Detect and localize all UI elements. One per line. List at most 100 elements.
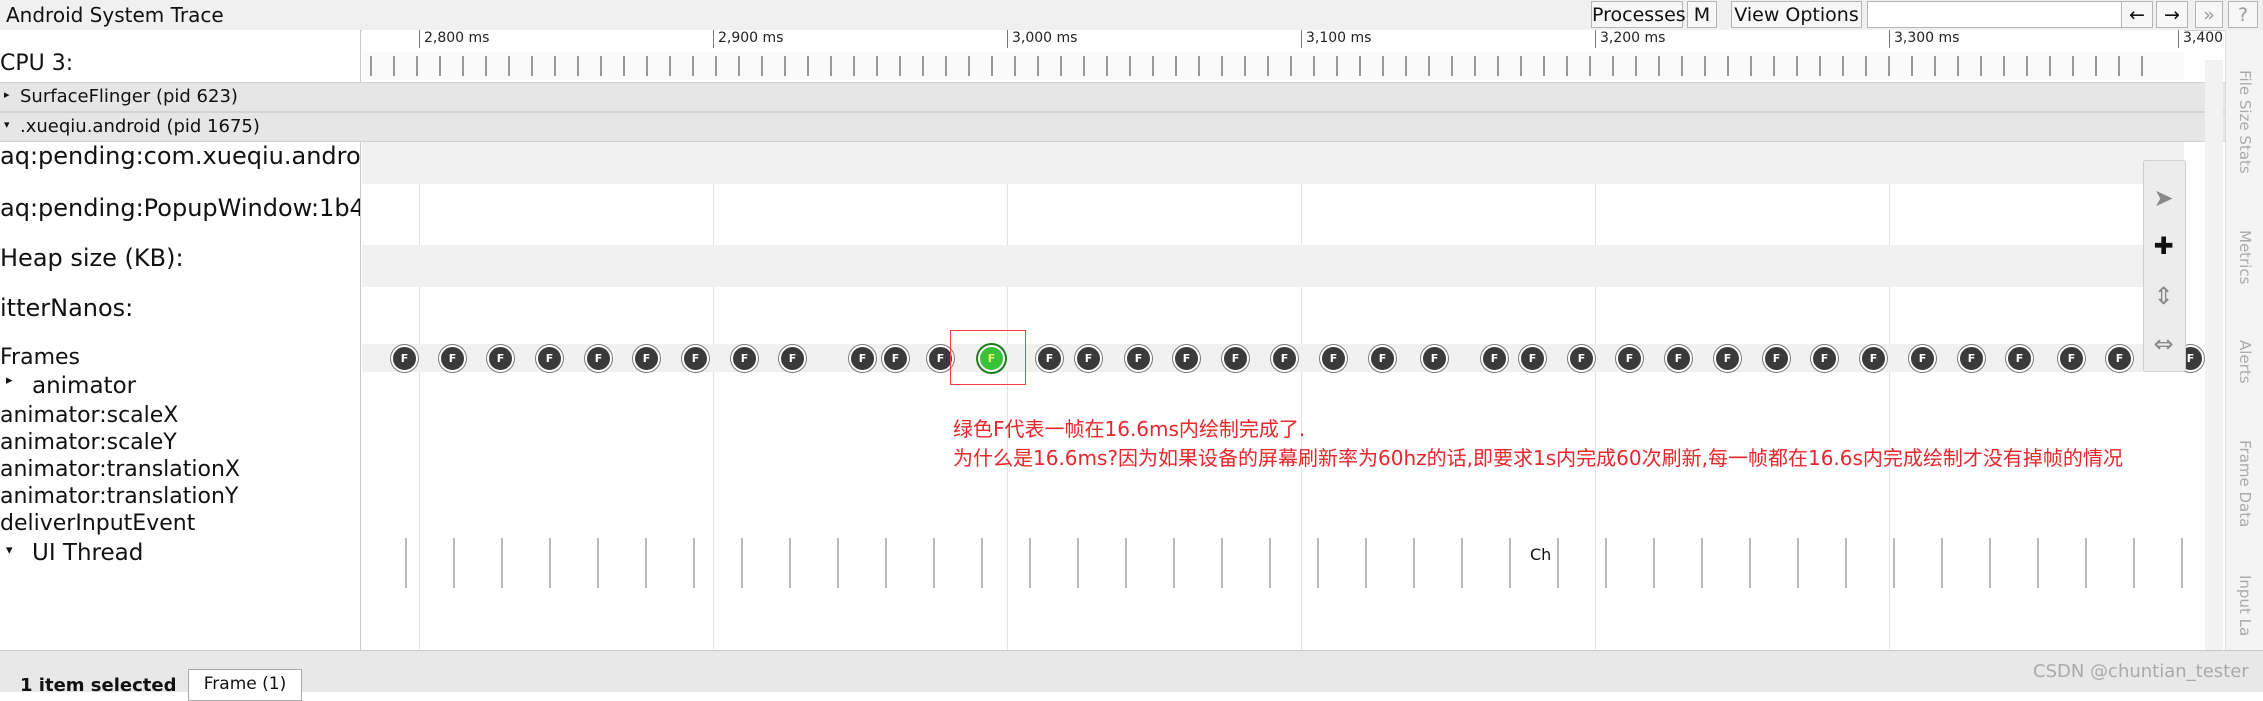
cpu-slice[interactable] bbox=[1658, 56, 1660, 76]
m-button[interactable]: M bbox=[1687, 1, 1717, 28]
cpu-slice[interactable] bbox=[876, 56, 878, 76]
frame-marker[interactable]: F bbox=[1714, 345, 1741, 372]
ui-thread-slice[interactable] bbox=[1941, 538, 1943, 588]
cpu-slice[interactable] bbox=[1428, 56, 1430, 76]
cpu-slice[interactable] bbox=[600, 56, 602, 76]
ui-thread-slice[interactable] bbox=[453, 538, 455, 588]
cpu-slice[interactable] bbox=[669, 56, 671, 76]
aq-pending-app-track[interactable] bbox=[362, 142, 2184, 184]
tab-input-latency[interactable]: Input La bbox=[2236, 575, 2254, 636]
cpu-slice[interactable] bbox=[1773, 56, 1775, 76]
ui-thread-slice[interactable] bbox=[1893, 538, 1895, 588]
frame-marker[interactable]: F bbox=[1369, 345, 1396, 372]
cpu-slice[interactable] bbox=[1359, 56, 1361, 76]
ui-thread-slice[interactable] bbox=[1221, 538, 1223, 588]
frame-marker[interactable]: F bbox=[1763, 345, 1790, 372]
search-field[interactable] bbox=[1867, 1, 2131, 28]
frame-marker[interactable]: F bbox=[391, 345, 418, 372]
cpu-slice[interactable] bbox=[439, 56, 441, 76]
cpu-slice[interactable] bbox=[1451, 56, 1453, 76]
frame-marker[interactable]: F bbox=[536, 345, 563, 372]
cpu-slice[interactable] bbox=[1635, 56, 1637, 76]
ui-thread-slice[interactable] bbox=[2037, 538, 2039, 588]
frame-marker[interactable]: F bbox=[1909, 345, 1936, 372]
cpu-slice[interactable] bbox=[1796, 56, 1798, 76]
ui-thread-slice[interactable] bbox=[1797, 538, 1799, 588]
view-options-button[interactable]: View Options bbox=[1731, 1, 1862, 28]
cpu-slice[interactable] bbox=[968, 56, 970, 76]
frame-marker[interactable]: F bbox=[731, 345, 758, 372]
frame-marker[interactable]: F bbox=[1481, 345, 1508, 372]
frame-marker[interactable]: F bbox=[1125, 345, 1152, 372]
frame-marker[interactable]: F bbox=[1320, 345, 1347, 372]
cpu-track[interactable] bbox=[362, 52, 2184, 80]
frame-marker[interactable]: F bbox=[1075, 345, 1102, 372]
ui-thread-expand-icon[interactable]: ▾ bbox=[6, 543, 13, 558]
tab-frame-data[interactable]: Frame Data bbox=[2236, 440, 2254, 527]
ui-thread-slice[interactable] bbox=[1413, 538, 1415, 588]
ui-thread-slice[interactable] bbox=[1461, 538, 1463, 588]
frame-marker[interactable]: F bbox=[633, 345, 660, 372]
frame-marker[interactable]: F bbox=[1568, 345, 1595, 372]
cpu-slice[interactable] bbox=[1405, 56, 1407, 76]
cpu-slice[interactable] bbox=[1244, 56, 1246, 76]
cpu-slice[interactable] bbox=[1865, 56, 1867, 76]
cpu-slice[interactable] bbox=[1520, 56, 1522, 76]
ui-thread-slice[interactable] bbox=[789, 538, 791, 588]
frame-marker[interactable]: F bbox=[1860, 345, 1887, 372]
pan-icon[interactable]: ✚ bbox=[2146, 229, 2181, 264]
cpu-slice[interactable] bbox=[1888, 56, 1890, 76]
ui-thread-slice[interactable] bbox=[2133, 538, 2135, 588]
tab-file-size-stats[interactable]: File Size Stats bbox=[2236, 70, 2254, 174]
ui-thread-slice[interactable] bbox=[645, 538, 647, 588]
ui-thread-slice[interactable] bbox=[2085, 538, 2087, 588]
cpu-slice[interactable] bbox=[738, 56, 740, 76]
forward-arrow-icon[interactable]: → bbox=[2156, 1, 2188, 28]
cpu-slice[interactable] bbox=[1612, 56, 1614, 76]
cpu-slice[interactable] bbox=[416, 56, 418, 76]
frame-marker[interactable]: F bbox=[1036, 345, 1063, 372]
ui-thread-slice[interactable] bbox=[1029, 538, 1031, 588]
cpu-slice[interactable] bbox=[2026, 56, 2028, 76]
tab-alerts[interactable]: Alerts bbox=[2236, 340, 2254, 384]
ui-thread-slice[interactable] bbox=[1605, 538, 1607, 588]
frame-marker[interactable]: F bbox=[1665, 345, 1692, 372]
cpu-slice[interactable] bbox=[853, 56, 855, 76]
frame-marker[interactable]: F bbox=[1173, 345, 1200, 372]
cpu-slice[interactable] bbox=[1313, 56, 1315, 76]
ui-thread-slice[interactable] bbox=[885, 538, 887, 588]
cpu-slice[interactable] bbox=[531, 56, 533, 76]
frame-marker[interactable]: F bbox=[439, 345, 466, 372]
frame-marker[interactable]: F bbox=[849, 345, 876, 372]
cpu-slice[interactable] bbox=[922, 56, 924, 76]
cpu-slice[interactable] bbox=[1704, 56, 1706, 76]
cpu-slice[interactable] bbox=[784, 56, 786, 76]
frame-marker[interactable]: F bbox=[1616, 345, 1643, 372]
ui-thread-slice[interactable] bbox=[549, 538, 551, 588]
frame-marker[interactable]: F bbox=[487, 345, 514, 372]
cpu-slice[interactable] bbox=[715, 56, 717, 76]
cpu-slice[interactable] bbox=[508, 56, 510, 76]
cpu-slice[interactable] bbox=[692, 56, 694, 76]
expand-icon[interactable]: ▸ bbox=[4, 88, 10, 101]
cpu-slice[interactable] bbox=[2141, 56, 2143, 76]
ui-thread-slice[interactable] bbox=[1509, 538, 1511, 588]
tab-frame[interactable]: Frame (1) bbox=[188, 669, 302, 701]
frame-marker[interactable]: F bbox=[882, 345, 909, 372]
cpu-slice[interactable] bbox=[485, 56, 487, 76]
cpu-slice[interactable] bbox=[1198, 56, 1200, 76]
ui-thread-slice[interactable] bbox=[1557, 538, 1559, 588]
ui-thread-slice[interactable] bbox=[741, 538, 743, 588]
frame-marker[interactable]: F bbox=[1421, 345, 1448, 372]
ui-thread-slice[interactable] bbox=[2181, 538, 2183, 588]
ui-thread-slice[interactable] bbox=[1365, 538, 1367, 588]
cpu-slice[interactable] bbox=[1060, 56, 1062, 76]
cpu-slice[interactable] bbox=[1842, 56, 1844, 76]
ui-thread-slice[interactable] bbox=[837, 538, 839, 588]
cpu-slice[interactable] bbox=[1589, 56, 1591, 76]
process-row-surfaceflinger[interactable]: ▸ SurfaceFlinger (pid 623) X bbox=[0, 82, 2233, 112]
processes-button[interactable]: Processes bbox=[1591, 1, 1686, 28]
frame-marker[interactable]: F bbox=[682, 345, 709, 372]
cpu-slice[interactable] bbox=[554, 56, 556, 76]
more-icon[interactable]: » bbox=[2195, 1, 2223, 28]
